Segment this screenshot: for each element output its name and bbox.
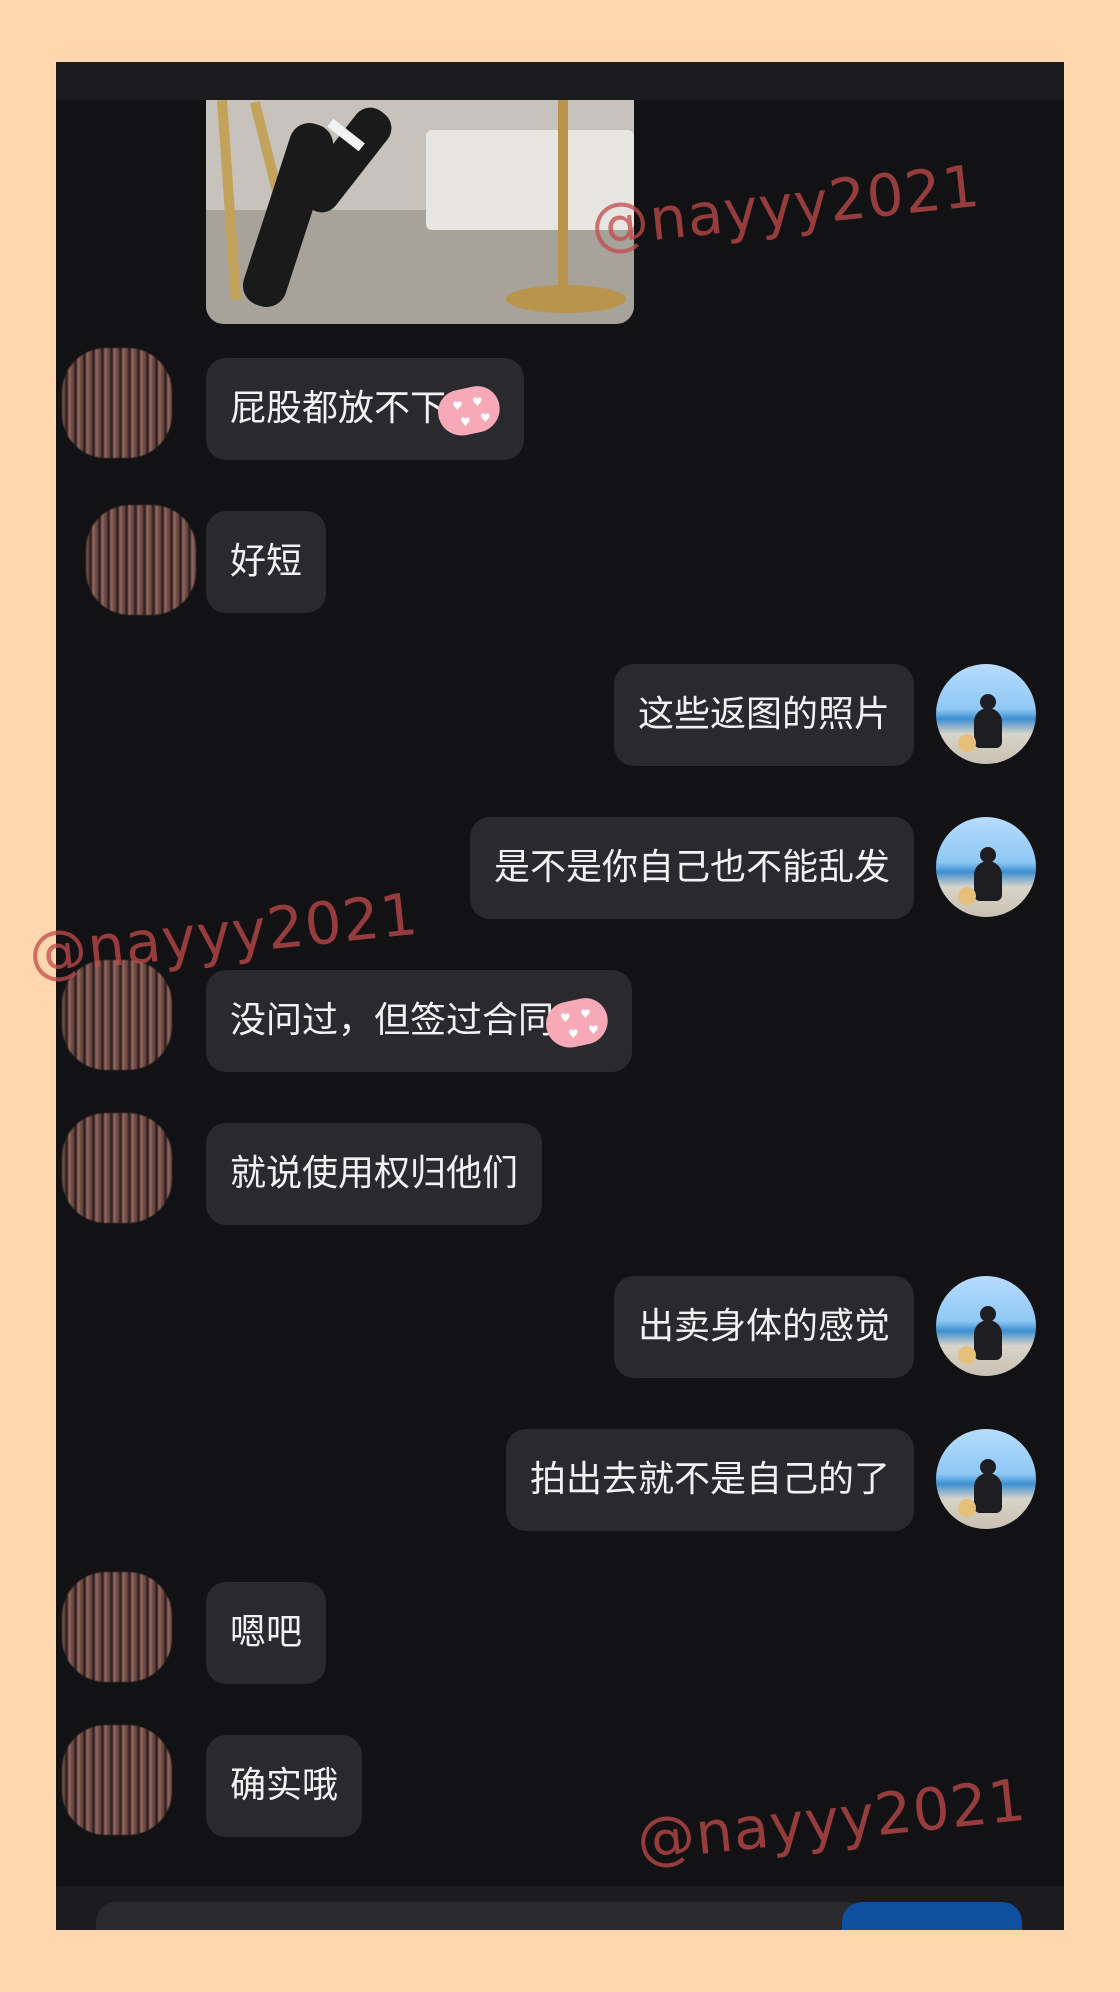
contact-avatar[interactable] (86, 505, 196, 615)
input-bar (56, 1886, 1064, 1930)
message-text: 是不是你自己也不能乱发 (493, 847, 890, 888)
message-bubble[interactable]: 确实哦 (206, 1735, 363, 1837)
message-bubble[interactable]: 是不是你自己也不能乱发 (469, 817, 914, 919)
shared-photo[interactable] (206, 100, 634, 324)
contact-avatar[interactable] (62, 1725, 172, 1835)
message-bubble[interactable]: 嗯吧 (206, 1582, 327, 1684)
user-avatar[interactable] (936, 1429, 1036, 1529)
message-bubble[interactable]: 出卖身体的感觉 (613, 1276, 914, 1378)
heart-sticker-icon: ♥ ♥ ♥ ♥ (433, 382, 505, 440)
message-bubble[interactable]: 没问过，但签过合同 ♥ ♥ ♥ ♥ (206, 970, 633, 1072)
message-text: 出卖身体的感觉 (637, 1306, 890, 1347)
message-text: 没问过，但签过合同 (230, 1000, 555, 1041)
message-text: 嗯吧 (230, 1612, 303, 1653)
message-bubble[interactable]: 这些返图的照片 (613, 664, 914, 766)
user-avatar[interactable] (936, 1276, 1036, 1376)
message-bubble[interactable]: 就说使用权归他们 (206, 1123, 543, 1225)
message-text: 好短 (230, 541, 303, 582)
message-bubble[interactable]: 好短 (206, 511, 327, 613)
user-avatar[interactable] (936, 817, 1036, 917)
message-bubble[interactable]: 屁股都放不下 ♥ ♥ ♥ ♥ (206, 358, 525, 460)
message-text: 确实哦 (230, 1765, 339, 1806)
contact-avatar[interactable] (62, 348, 172, 458)
message-text: 这些返图的照片 (637, 694, 890, 735)
heart-sticker-icon: ♥ ♥ ♥ ♥ (541, 994, 613, 1052)
user-avatar[interactable] (936, 664, 1036, 764)
message-bubble[interactable]: 拍出去就不是自己的了 (505, 1429, 914, 1531)
contact-avatar[interactable] (62, 1113, 172, 1223)
message-text: 屁股都放不下 (230, 388, 447, 429)
message-text: 拍出去就不是自己的了 (529, 1459, 890, 1500)
contact-avatar[interactable] (62, 1572, 172, 1682)
send-button[interactable] (842, 1902, 1022, 1930)
top-bar (56, 62, 1064, 100)
chat-screen: 屁股都放不下 ♥ ♥ ♥ ♥ 好短 这些返图的照片 是不是你自己也不能乱发 没问过，但签… (56, 62, 1064, 1930)
message-text: 就说使用权归他们 (230, 1153, 519, 1194)
message-input[interactable] (96, 1902, 866, 1930)
